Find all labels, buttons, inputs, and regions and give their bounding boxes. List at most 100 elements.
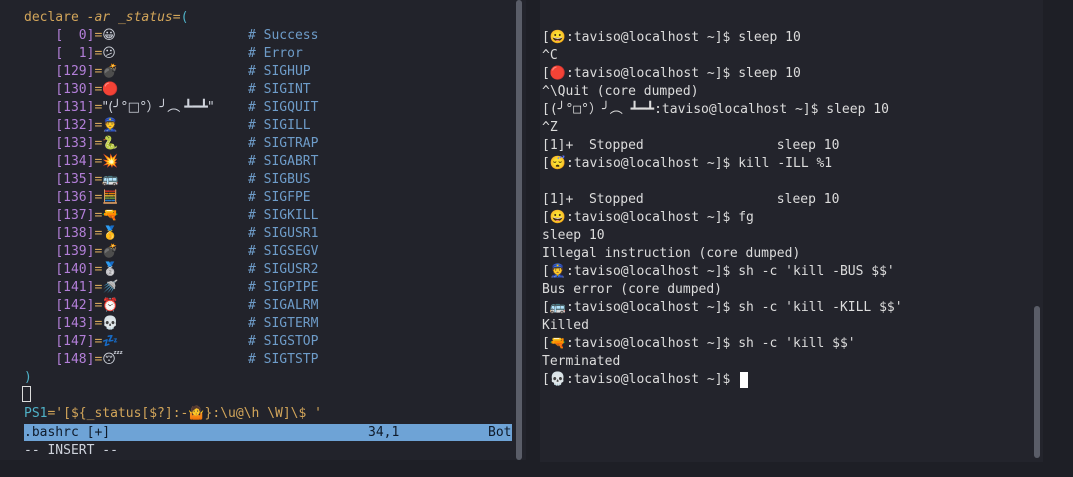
status-entry: [142]=⏰ # SIGALRM [55,298,319,313]
entry-index: [132] [55,118,95,133]
status-entry: [131]="(╯°□°）╯︵ ┻━┻" # SIGQUIT [55,100,319,115]
entry-comment: # SIGFPE [248,190,311,205]
editor-pane[interactable]: declare -ar _status=( [ 0]=😀 # Success [ … [0,0,526,460]
entry-emoji: 💣 [102,64,119,79]
entry-index: [147] [55,334,95,349]
terminal-line: [💀:taviso@localhost ~]$ [542,372,739,387]
terminal-cursor [740,372,749,388]
terminal-line: [1]+ Stopped sleep 10 [542,192,840,207]
entry-emoji: 😀 [102,28,116,43]
declare-variable: _status [117,10,173,25]
terminal-line: [🔴:taviso@localhost ~]$ sleep 10 [542,66,801,81]
entry-index: [142] [55,298,95,313]
terminal-line: [(╯°□°）╯︵ ┻━┻:taviso@localhost ~]$ sleep… [542,102,889,117]
terminal-line: ^C [542,48,558,63]
editor-scrollbar-thumb[interactable] [516,0,522,460]
entry-emoji: 🔫 [102,208,119,223]
terminal-line: Terminated [542,354,621,369]
entry-index: [140] [55,262,95,277]
status-entry: [ 0]=😀 # Success [55,28,319,43]
entry-index: [ 1] [55,46,95,61]
status-entry: [141]=🚿 # SIGPIPE [55,280,319,295]
entry-comment: # SIGINT [248,82,311,97]
terminal-line: [👮:taviso@localhost ~]$ sh -c 'kill -BUS… [542,264,895,279]
ps1-line: PS1='[${_status[$?]:-🤷}:\u@\h \W]\$ ' [24,405,322,423]
terminal-line: [1]+ Stopped sleep 10 [542,138,840,153]
terminal-line: ^\Quit (core dumped) [542,84,699,99]
close-paren: ) [24,370,32,385]
entry-comment: # SIGSEGV [248,244,319,259]
status-entry: [147]=💤 # SIGSTOP [55,334,319,349]
status-entry: [140]=🥈 # SIGUSR2 [55,262,319,277]
entry-comment: # Success [248,28,319,43]
terminal-line: [🔫:taviso@localhost ~]$ sh -c 'kill $$' [542,336,856,351]
editor-scrollbar[interactable] [516,0,522,460]
status-entry: [138]=🥇 # SIGUSR1 [55,226,319,241]
entry-index: [134] [55,154,95,169]
status-filename: .bashrc [+] [24,425,111,440]
ps1-value: ='[${_status[$?]:-🤷}:\u@\h \W]\$ ' [47,406,322,421]
entry-index: [137] [55,208,95,223]
entry-emoji: 🔴 [102,82,119,97]
status-entry: [ 1]=😕 # Error [55,46,303,61]
status-entry: [129]=💣 # SIGHUP [55,64,311,79]
entry-index: [143] [55,316,95,331]
ps1-name: PS1 [24,406,48,421]
entry-comment: # SIGHUP [248,64,311,79]
entry-index: [131] [55,100,95,115]
entry-emoji: 💀 [102,316,119,331]
entry-index: [ 0] [55,28,95,43]
entry-index: [138] [55,226,95,241]
entry-comment: # SIGBUS [248,172,311,187]
terminal-pane[interactable]: [😀:taviso@localhost ~]$ sleep 10 ^C [🔴:tav… [540,0,1043,462]
entry-comment: # Error [248,46,303,61]
entry-comment: # SIGTSTP [248,352,319,367]
status-scroll-position: Bot [488,425,512,440]
declare-keyword: declare [24,10,79,25]
status-entry: [132]=👮 # SIGILL [55,118,311,133]
terminal-line: [😀:taviso@localhost ~]$ sleep 10 [542,30,801,45]
editor-cursor [22,386,31,402]
terminal-line: Bus error (core dumped) [542,282,723,297]
entry-comment: # SIGALRM [248,298,319,313]
status-entry: [136]=🧮 # SIGFPE [55,190,311,205]
entry-comment: # SIGPIPE [248,280,319,295]
entry-comment: # SIGSTOP [248,334,319,349]
entry-emoji: 🐍 [102,136,119,151]
entry-index: [136] [55,190,95,205]
declare-line: declare -ar _status=( [24,10,189,25]
entry-emoji: 😕 [102,46,116,61]
terminal-line: [😴:taviso@localhost ~]$ kill -ILL %1 [542,156,833,171]
status-cursor-position: 34,1 [368,425,400,440]
terminal-scrollbar[interactable] [1034,306,1040,458]
status-entry: [148]=😴 # SIGTSTP [55,352,319,367]
entry-emoji: 🚿 [102,280,119,295]
entry-emoji: 💣 [102,244,119,259]
terminal-line: ^Z [542,120,558,135]
vim-mode-indicator: -- INSERT -- [24,443,118,458]
entry-index: [148] [55,352,95,367]
entry-emoji: 😴 [102,352,124,367]
entry-index: [133] [55,136,95,151]
declare-flag: -ar [86,10,111,25]
entry-comment: # SIGTERM [248,316,319,331]
entry-comment: # SIGKILL [248,208,319,223]
entry-comment: # SIGTRAP [248,136,319,151]
entry-comment: # SIGILL [248,118,311,133]
terminal-scrollbar-thumb[interactable] [1034,306,1040,458]
entry-emoji: 🚌 [102,172,119,187]
entry-comment: # SIGABRT [248,154,319,169]
terminal-line: Illegal instruction (core dumped) [542,246,801,261]
open-paren: ( [180,10,189,25]
status-entry: [130]=🔴 # SIGINT [55,82,311,97]
status-entry: [137]=🔫 # SIGKILL [55,208,319,223]
entry-emoji: 🥇 [102,226,119,241]
status-entry: [135]=🚌 # SIGBUS [55,172,311,187]
entry-index: [129] [55,64,95,79]
entry-index: [141] [55,280,95,295]
entry-emoji: 💤 [102,334,119,349]
terminal-line: sleep 10 [542,228,605,243]
entry-index: [130] [55,82,95,97]
terminal-line: [🚌:taviso@localhost ~]$ sh -c 'kill -KIL… [542,300,903,315]
entry-emoji: 👮 [102,118,119,133]
